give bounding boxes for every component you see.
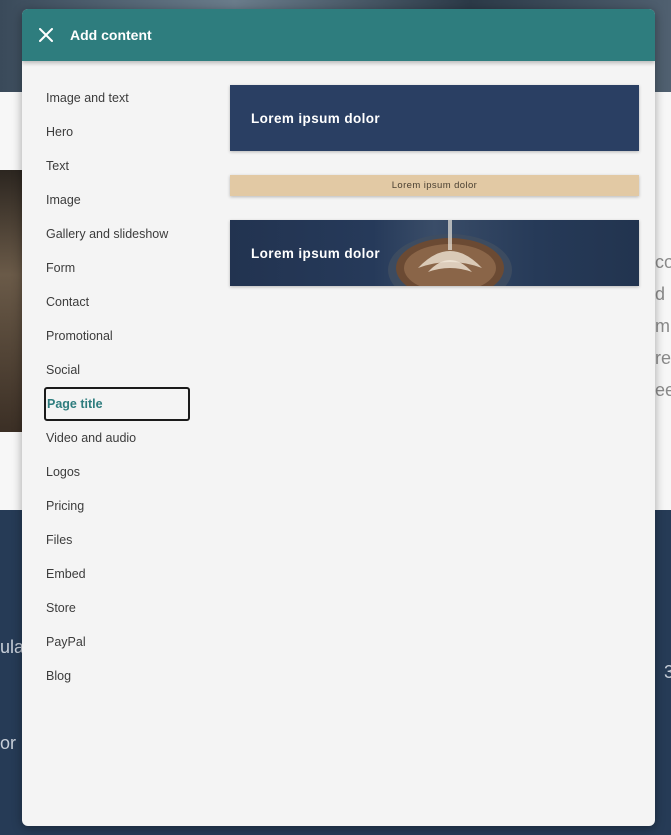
category-logos[interactable]: Logos [45, 455, 191, 489]
category-gallery-and-slideshow[interactable]: Gallery and slideshow [45, 217, 191, 251]
add-content-dialog: Add content Image and text Hero Text Ima… [22, 9, 655, 826]
category-video-and-audio[interactable]: Video and audio [45, 421, 191, 455]
category-list: Image and text Hero Text Image Gallery a… [44, 81, 191, 693]
category-page-title[interactable]: Page title [44, 387, 190, 421]
background-text-fragment: ee [655, 380, 671, 400]
background-text-fragment: re [655, 348, 671, 368]
background-text-fragment: ula [0, 637, 25, 657]
page-title-template[interactable]: Lorem ipsum dolor [230, 175, 639, 196]
background-text-fragment: or [0, 733, 17, 753]
page-title-template[interactable]: Lorem ipsum dolor [230, 220, 639, 286]
category-pricing[interactable]: Pricing [45, 489, 191, 523]
category-text[interactable]: Text [45, 149, 191, 183]
category-store[interactable]: Store [45, 591, 191, 625]
category-promotional[interactable]: Promotional [45, 319, 191, 353]
category-hero[interactable]: Hero [45, 115, 191, 149]
template-gallery: Lorem ipsum dolor Lorem ipsum dolor Lore… [230, 85, 639, 286]
page-title-template[interactable]: Lorem ipsum dolor [230, 85, 639, 151]
close-button[interactable] [36, 25, 56, 45]
dialog-body: Image and text Hero Text Image Gallery a… [22, 61, 655, 826]
close-icon [39, 28, 53, 42]
background-text-fragment: 3 [664, 662, 671, 682]
coffee-cup-image [388, 220, 512, 286]
category-contact[interactable]: Contact [45, 285, 191, 319]
category-paypal[interactable]: PayPal [45, 625, 191, 659]
background-text-fragment: m [655, 316, 670, 336]
template-title-text: Lorem ipsum dolor [391, 180, 478, 191]
template-title-text: Lorem ipsum dolor [251, 110, 381, 126]
template-title-text: Lorem ipsum dolor [251, 245, 381, 261]
category-embed[interactable]: Embed [45, 557, 191, 591]
dialog-title: Add content [70, 27, 152, 43]
category-files[interactable]: Files [45, 523, 191, 557]
category-image-and-text[interactable]: Image and text [45, 81, 191, 115]
background-text-fragment: co [655, 252, 671, 272]
category-social[interactable]: Social [45, 353, 191, 387]
category-image[interactable]: Image [45, 183, 191, 217]
category-form[interactable]: Form [45, 251, 191, 285]
dialog-header: Add content [22, 9, 655, 61]
background-text-fragment: d [655, 284, 666, 304]
category-blog[interactable]: Blog [45, 659, 191, 693]
background-photo [0, 170, 22, 432]
